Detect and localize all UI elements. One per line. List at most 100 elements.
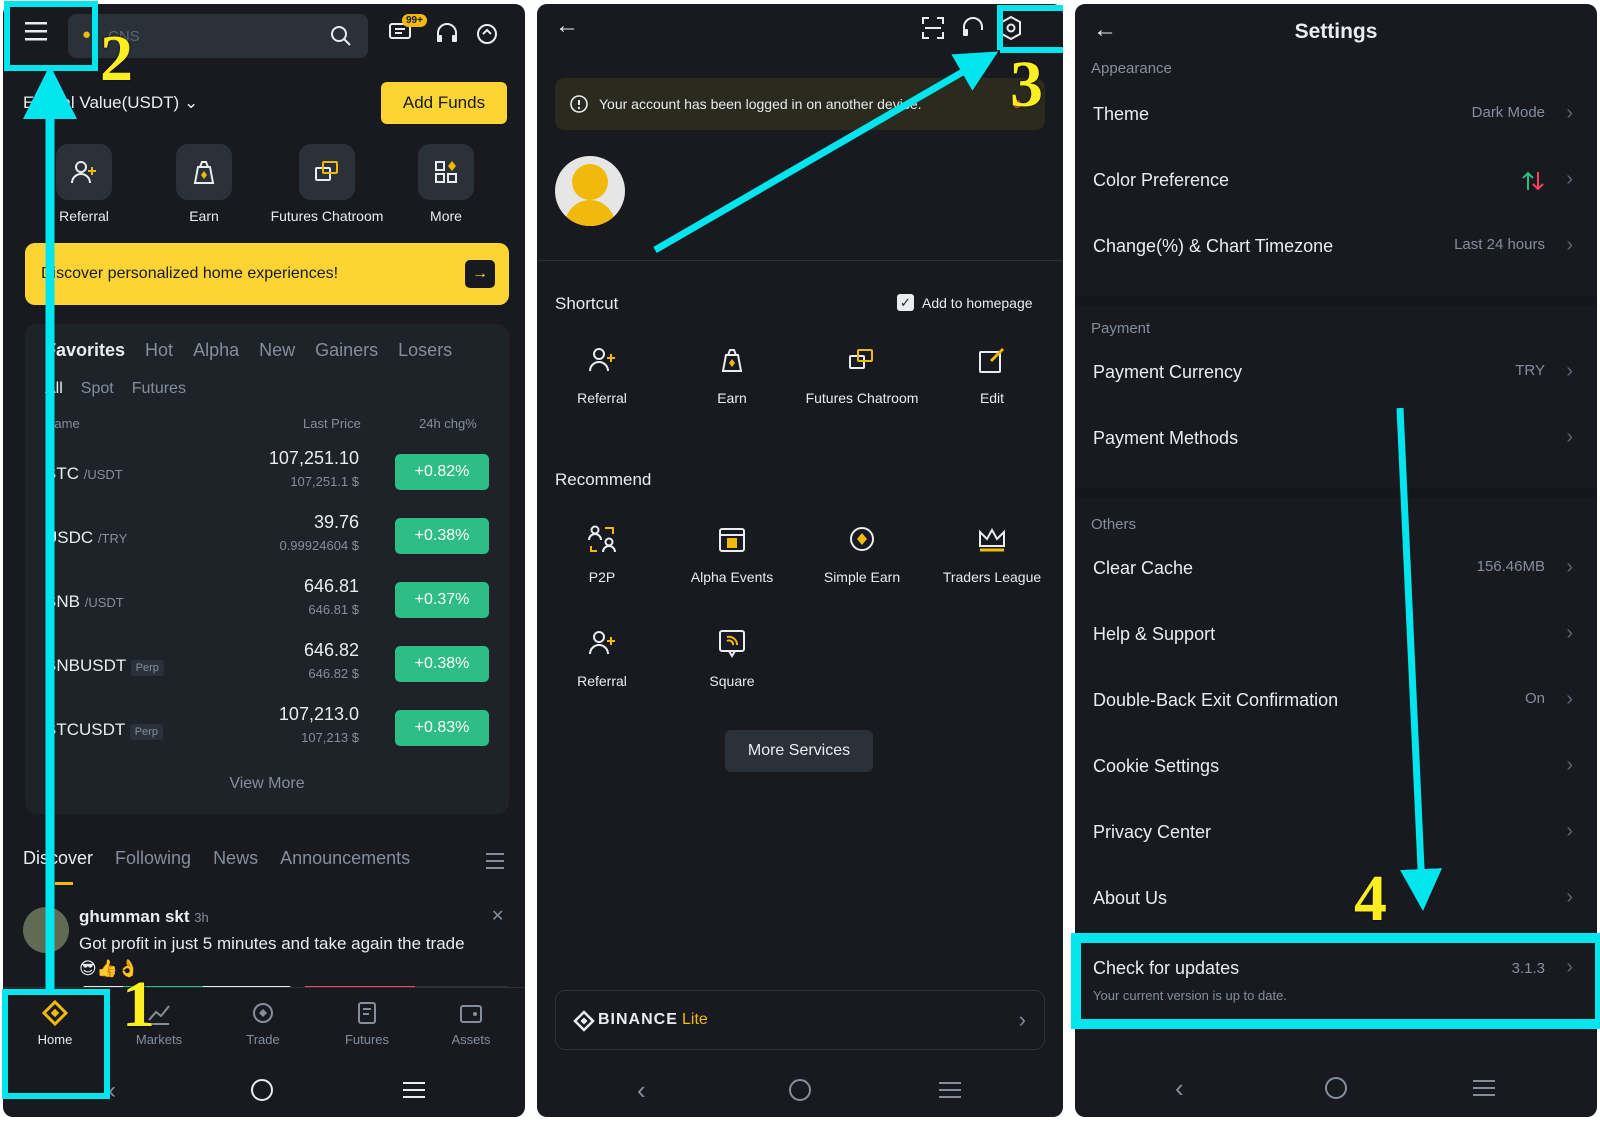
nav-assets[interactable]: Assets (419, 1000, 523, 1047)
setting-cookie[interactable]: Cookie Settings › (1075, 734, 1597, 800)
nav-futures[interactable]: Futures (315, 1000, 419, 1047)
tab-favorites[interactable]: Favorites (45, 340, 125, 361)
symbol: BTC (45, 464, 79, 483)
setting-clear-cache[interactable]: Clear Cache 156.46MB › (1075, 536, 1597, 602)
add-to-homepage-checkbox[interactable]: ✓ Add to homepage (897, 294, 1033, 311)
setting-label: Double-Back Exit Confirmation (1093, 690, 1339, 710)
table-row[interactable]: BTC /USDT 107,251.10 107,251.1 $ +0.82% (25, 442, 509, 506)
tab-hot[interactable]: Hot (145, 340, 173, 361)
tab-announcements[interactable]: Announcements (280, 848, 410, 869)
profile-avatar[interactable] (555, 156, 625, 226)
arrow-right-icon[interactable]: → (465, 260, 495, 288)
tab-gainers[interactable]: Gainers (315, 340, 378, 361)
settings-icon[interactable] (999, 15, 1023, 41)
recents-icon[interactable] (939, 1081, 961, 1099)
nav-home[interactable]: Home (3, 999, 107, 1047)
tab-new[interactable]: New (259, 340, 295, 361)
subtab-all[interactable]: All (45, 380, 63, 398)
post-author[interactable]: ghumman skt (79, 907, 190, 926)
shortcut-referral[interactable]: Referral (537, 340, 667, 406)
setting-change-timezone[interactable]: Change(%) & Chart Timezone Last 24 hours… (1075, 214, 1597, 280)
quick-action-futures-chatroom[interactable]: Futures Chatroom (269, 144, 385, 224)
discover-banner[interactable]: Discover personalized home experiences! … (25, 243, 509, 305)
chevron-right-icon: › (1566, 426, 1573, 448)
headset-icon[interactable] (435, 22, 459, 46)
notice-text: Your account has been logged in on anoth… (599, 96, 922, 112)
setting-label: About Us (1093, 888, 1168, 908)
more-services-button[interactable]: More Services (725, 730, 873, 772)
table-row[interactable]: BNB /USDT 646.81 646.81 $ +0.37% (25, 570, 509, 634)
shortcut-futures-chatroom[interactable]: Futures Chatroom (797, 340, 927, 406)
recents-icon[interactable] (403, 1081, 425, 1099)
view-more-link[interactable]: View More (25, 775, 509, 793)
home-circle-icon[interactable] (251, 1079, 273, 1101)
setting-help-support[interactable]: Help & Support › (1075, 602, 1597, 668)
customer-service-icon[interactable] (475, 22, 499, 46)
binance-lite-switch[interactable]: BINANCE Lite › (555, 990, 1045, 1050)
setting-label: Cookie Settings (1093, 756, 1220, 776)
list-icon[interactable] (486, 852, 506, 870)
section-others: Others (1091, 516, 1137, 533)
headset-icon[interactable] (961, 16, 985, 40)
setting-about-us[interactable]: About Us › (1075, 866, 1597, 932)
back-icon[interactable]: ‹ (108, 1077, 116, 1105)
table-row[interactable]: USDC /TRY 39.76 0.99924604 $ +0.38% (25, 506, 509, 570)
subtab-spot[interactable]: Spot (81, 380, 114, 398)
quick-action-label: Referral (59, 208, 109, 224)
back-arrow-icon[interactable]: ← (555, 12, 579, 40)
price-usd: 646.82 $ (308, 666, 359, 681)
quick-action-more[interactable]: More (391, 144, 501, 224)
tab-news[interactable]: News (213, 848, 258, 869)
scan-icon[interactable] (921, 16, 945, 40)
chevron-right-icon: › (1566, 556, 1573, 578)
tab-following[interactable]: Following (115, 848, 191, 869)
table-row[interactable]: BNBUSDT Perp 646.82 646.82 $ +0.38% (25, 634, 509, 698)
tab-losers[interactable]: Losers (398, 340, 452, 361)
setting-payment-methods[interactable]: Payment Methods › (1075, 406, 1597, 472)
recommend-alpha-events[interactable]: Alpha Events (667, 519, 797, 585)
recommend-simple-earn[interactable]: Simple Earn (797, 519, 927, 585)
setting-theme[interactable]: Theme Dark Mode › (1075, 82, 1597, 148)
home-circle-icon[interactable] (789, 1079, 811, 1101)
login-notice[interactable]: Your account has been logged in on anoth… (555, 78, 1045, 130)
chevron-right-icon: › (1566, 360, 1573, 382)
search-icon[interactable] (330, 25, 352, 47)
price-usd: 0.99924604 $ (279, 538, 359, 553)
recommend-referral[interactable]: Referral (537, 623, 667, 689)
recommend-label: Alpha Events (690, 569, 774, 585)
tab-discover[interactable]: Discover (23, 848, 93, 869)
recommend-label: Square (709, 673, 755, 689)
symbol: USDC (45, 528, 94, 547)
nav-trade[interactable]: Trade (211, 1000, 315, 1047)
back-icon[interactable]: ‹ (1175, 1073, 1184, 1104)
total-value-selector[interactable]: E Total Value(USDT) ⌄ (23, 93, 198, 113)
back-icon[interactable]: ‹ (637, 1075, 646, 1106)
recents-icon[interactable] (1473, 1079, 1495, 1097)
close-icon[interactable]: ✕ (491, 906, 504, 926)
tab-alpha[interactable]: Alpha (193, 340, 239, 361)
home-circle-icon[interactable] (1325, 1077, 1347, 1099)
setting-double-back-exit[interactable]: Double-Back Exit Confirmation On › (1075, 668, 1597, 734)
earn-icon (176, 144, 232, 200)
messages-button[interactable]: 99+ (388, 14, 427, 49)
setting-privacy-center[interactable]: Privacy Center › (1075, 800, 1597, 866)
setting-check-updates[interactable]: Check for updates 3.1.3 Your current ver… (1075, 946, 1597, 1016)
shortcut-edit[interactable]: Edit (927, 340, 1057, 406)
add-funds-button[interactable]: Add Funds (381, 82, 507, 124)
subtab-futures[interactable]: Futures (132, 380, 186, 398)
step-number-3: 3 (1010, 48, 1043, 121)
recommend-p2p[interactable]: P2P (537, 519, 667, 585)
quick-action-referral[interactable]: Referral (29, 144, 139, 224)
binance-logo-icon (573, 1010, 595, 1032)
profile-menu-screen: ← Your account has been logged in on ano… (537, 4, 1063, 1117)
setting-payment-currency[interactable]: Payment Currency TRY › (1075, 340, 1597, 406)
table-row[interactable]: BTCUSDT Perp 107,213.0 107,213 $ +0.83% (25, 698, 509, 762)
avatar[interactable] (23, 907, 69, 953)
menu-button[interactable] (23, 20, 57, 50)
quick-action-earn[interactable]: Earn (149, 144, 259, 224)
recommend-traders-league[interactable]: Traders League (927, 519, 1057, 585)
recommend-square[interactable]: Square (667, 623, 797, 689)
price-usd: 107,213 $ (301, 730, 359, 745)
setting-color-preference[interactable]: Color Preference › (1075, 148, 1597, 214)
shortcut-earn[interactable]: Earn (667, 340, 797, 406)
